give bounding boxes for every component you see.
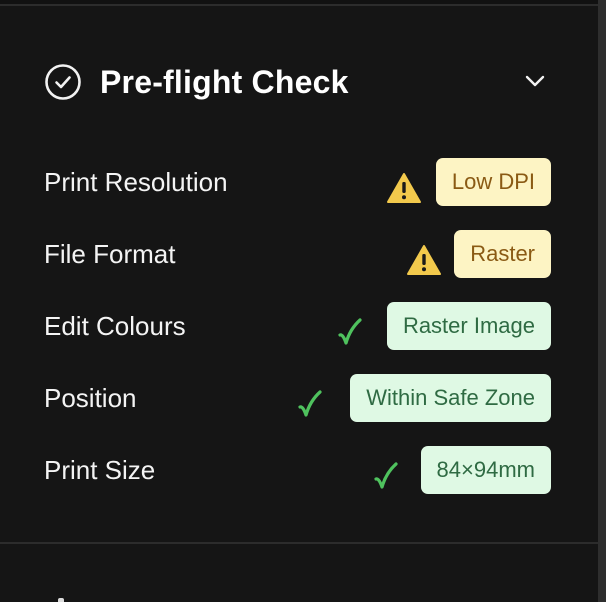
checkmark-icon bbox=[334, 316, 370, 348]
check-circle-icon bbox=[44, 63, 82, 101]
check-row-print-size: Print Size 84×94mm bbox=[44, 446, 551, 494]
checkmark-icon bbox=[370, 460, 406, 492]
chevron-down-icon[interactable] bbox=[522, 70, 548, 92]
warning-icon bbox=[386, 172, 422, 204]
next-section bbox=[0, 544, 598, 602]
status-badge: Raster Image bbox=[386, 302, 551, 350]
preflight-header[interactable]: Pre-flight Check bbox=[44, 62, 554, 102]
check-row-print-resolution: Print Resolution Low DPI bbox=[44, 158, 551, 206]
check-row-file-format: File Format Raster bbox=[44, 230, 551, 278]
check-label: Edit Colours bbox=[44, 311, 186, 341]
status-badge: 84×94mm bbox=[420, 446, 551, 494]
check-row-edit-colours: Edit Colours Raster Image bbox=[44, 302, 551, 350]
next-section-icon bbox=[58, 598, 64, 602]
check-label: Position bbox=[44, 383, 137, 413]
status-badge: Raster bbox=[454, 230, 551, 278]
check-label: Print Size bbox=[44, 455, 156, 485]
check-row-position: Position Within Safe Zone bbox=[44, 374, 551, 422]
checkmark-icon bbox=[294, 388, 330, 420]
status-badge: Within Safe Zone bbox=[350, 374, 551, 422]
check-label: File Format bbox=[44, 239, 176, 269]
section-title: Pre-flight Check bbox=[100, 63, 349, 100]
check-label: Print Resolution bbox=[44, 167, 228, 197]
scrollbar-track[interactable] bbox=[598, 0, 606, 602]
status-badge: Low DPI bbox=[435, 158, 551, 206]
warning-icon bbox=[406, 244, 442, 276]
